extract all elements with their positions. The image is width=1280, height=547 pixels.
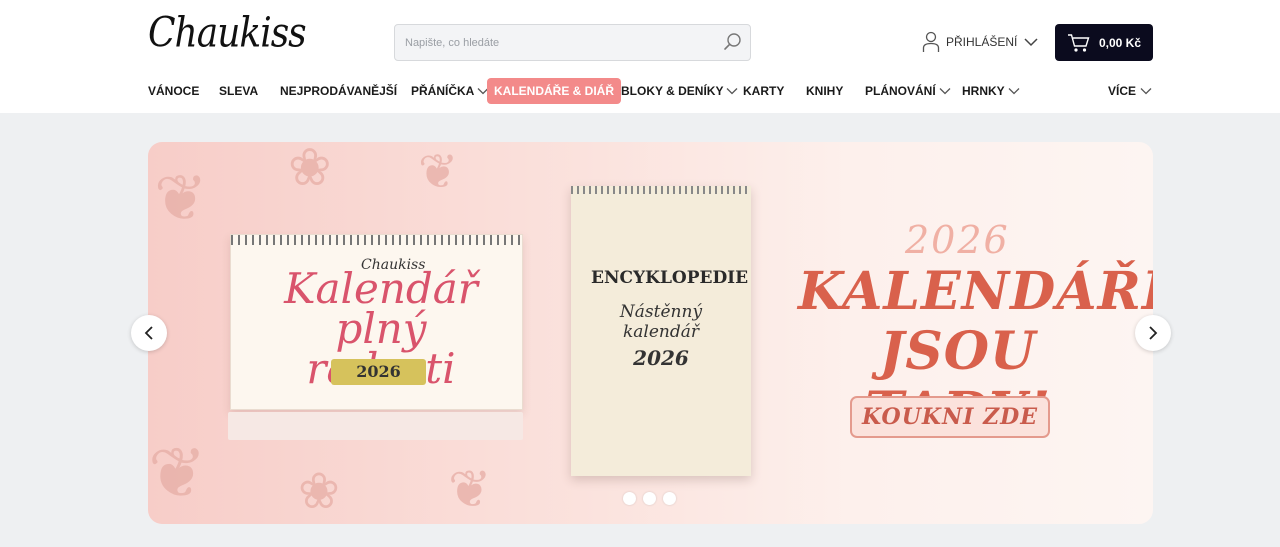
slider-dot[interactable] <box>643 492 656 505</box>
floral-decoration: ❦ <box>448 460 492 520</box>
nav-item-nejprodavanejsi[interactable]: NEJPRODÁVANĚJŠÍ <box>280 78 397 104</box>
nav-item-label: PŘÁNÍČKA <box>411 84 475 98</box>
nav-item-hrnky[interactable]: HRNKY <box>962 78 1020 104</box>
search-icon[interactable] <box>723 32 743 52</box>
floral-decoration: ❦ <box>154 162 208 236</box>
slider-dots <box>623 492 676 505</box>
nav-item-vanoce[interactable]: VÁNOCE <box>148 78 199 104</box>
slider-dot[interactable] <box>623 492 636 505</box>
nav-item-sleva[interactable]: SLEVA <box>219 78 258 104</box>
login-button[interactable]: PŘIHLÁŠENÍ <box>922 31 1039 53</box>
slider-next-button[interactable] <box>1135 315 1171 351</box>
chevron-right-icon <box>1149 326 1158 340</box>
user-icon <box>922 31 940 52</box>
main-nav: VÁNOCE SLEVA NEJPRODÁVANĚJŠÍ PŘÁNÍČKA KA… <box>0 78 1280 106</box>
nav-item-label: BLOKY & DENÍKY <box>621 84 724 98</box>
login-label: PŘIHLÁŠENÍ <box>946 35 1018 49</box>
banner-year: 2026 <box>905 218 1010 262</box>
wall-calendar-subtitle: Nástěnný kalendář <box>619 302 703 342</box>
desk-calendar-product[interactable]: Chaukiss Kalendář plný radosti 2026 <box>230 234 523 410</box>
nav-item-bloky-deniky[interactable]: BLOKY & DENÍKY <box>621 78 738 104</box>
slider-prev-button[interactable] <box>131 315 167 351</box>
nav-item-label: KARTY <box>743 84 785 98</box>
slider-dot[interactable] <box>663 492 676 505</box>
chevron-down-icon <box>1008 88 1020 95</box>
nav-item-pranicka[interactable]: PŘÁNÍČKA <box>411 78 489 104</box>
calendar-rings <box>231 235 522 245</box>
search-box <box>394 24 751 61</box>
chevron-left-icon <box>144 326 153 340</box>
cart-button[interactable]: 0,00 Kč <box>1055 24 1153 61</box>
nav-more[interactable]: VÍCE <box>1108 78 1153 104</box>
nav-item-label: VÁNOCE <box>148 84 200 98</box>
hero-banner[interactable]: ❦ ❀ ❦ ❦ ❀ ❦ Chaukiss Kalendář plný rados… <box>148 142 1153 524</box>
floral-decoration: ❀ <box>298 462 340 520</box>
cart-total: 0,00 Kč <box>1098 35 1142 50</box>
cart-icon <box>1067 33 1090 52</box>
site-header: Chaukiss PŘIHLÁŠENÍ 0,00 Kč VÁNOCE SLEVA <box>0 0 1280 113</box>
banner-cta-button[interactable]: KOUKNI ZDE <box>850 396 1050 438</box>
wall-calendar-title: ENCYKLOPEDIE <box>591 268 749 288</box>
desk-calendar-year: 2026 <box>331 359 426 385</box>
chevron-down-icon <box>727 88 738 95</box>
nav-item-kalendare-diar[interactable]: KALENDÁŘE & DIÁŘ <box>487 78 621 104</box>
wall-calendar-product[interactable]: ENCYKLOPEDIE Nástěnný kalendář 2026 <box>571 186 751 476</box>
desk-calendar-stand <box>228 412 523 440</box>
calendar-rings <box>571 186 751 194</box>
nav-item-knihy[interactable]: KNIHY <box>806 78 843 104</box>
nav-item-label: HRNKY <box>962 84 1005 98</box>
floral-decoration: ❦ <box>418 144 459 200</box>
chevron-down-icon <box>939 88 951 95</box>
nav-more-label: VÍCE <box>1108 84 1137 98</box>
search-input[interactable] <box>395 25 715 60</box>
nav-item-planovani[interactable]: PLÁNOVÁNÍ <box>865 78 951 104</box>
nav-item-label: KNIHY <box>806 84 844 98</box>
wall-calendar-year: 2026 <box>633 346 689 370</box>
nav-item-label: SLEVA <box>219 84 259 98</box>
nav-item-karty[interactable]: KARTY <box>743 78 784 104</box>
floral-decoration: ❦ <box>148 432 207 514</box>
nav-item-label: KALENDÁŘE & DIÁŘ <box>494 84 614 98</box>
chevron-down-icon <box>1140 88 1152 95</box>
floral-decoration: ❀ <box>288 142 332 198</box>
nav-item-label: NEJPRODÁVANĚJŠÍ <box>280 84 398 98</box>
logo[interactable]: Chaukiss <box>148 13 307 54</box>
chevron-down-icon <box>1024 38 1038 47</box>
nav-item-label: PLÁNOVÁNÍ <box>865 84 936 98</box>
